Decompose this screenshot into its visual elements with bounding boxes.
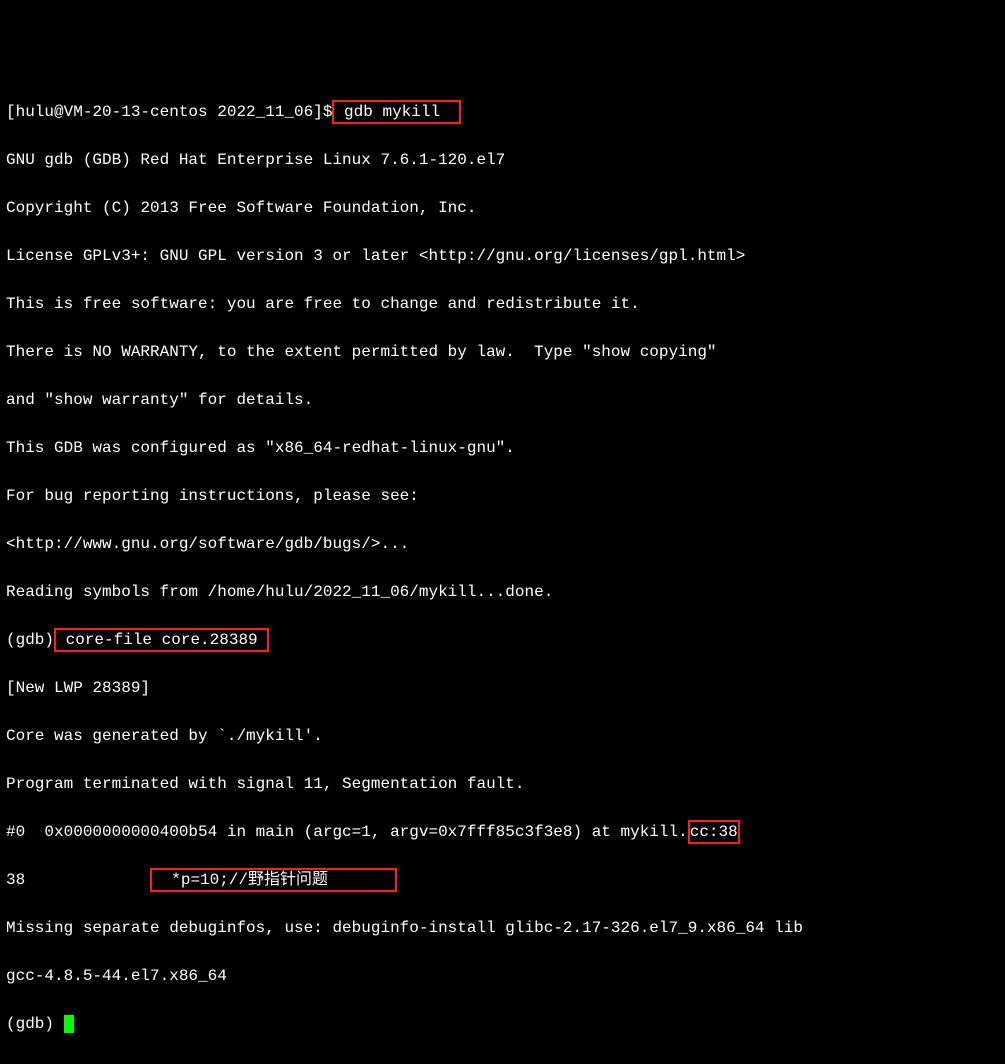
terminal-line: and "show warranty" for details. [6, 388, 999, 412]
terminal-line[interactable]: (gdb) [6, 1012, 999, 1036]
terminal-line: [New LWP 28389] [6, 676, 999, 700]
highlight-command: gdb mykill [332, 100, 461, 124]
terminal-line: [hulu@VM-20-13-centos 2022_11_06]$ gdb m… [6, 100, 999, 124]
terminal-line: gcc-4.8.5-44.el7.x86_64 [6, 964, 999, 988]
terminal-line: License GPLv3+: GNU GPL version 3 or lat… [6, 244, 999, 268]
terminal-line: (gdb) core-file core.28389 [6, 628, 999, 652]
terminal-line: 38 *p=10;//野指针问题 [6, 868, 999, 892]
highlight-source: *p=10;//野指针问题 [150, 868, 397, 892]
terminal-line: Reading symbols from /home/hulu/2022_11_… [6, 580, 999, 604]
terminal-line: <http://www.gnu.org/software/gdb/bugs/>.… [6, 532, 999, 556]
terminal-line: Copyright (C) 2013 Free Software Foundat… [6, 196, 999, 220]
shell-prompt: [hulu@VM-20-13-centos 2022_11_06]$ [6, 103, 332, 121]
terminal-line: GNU gdb (GDB) Red Hat Enterprise Linux 7… [6, 148, 999, 172]
highlight-location: cc:38 [688, 820, 740, 844]
gdb-prompt: (gdb) [6, 631, 54, 649]
terminal-line: Program terminated with signal 11, Segme… [6, 772, 999, 796]
terminal-line: There is NO WARRANTY, to the extent perm… [6, 340, 999, 364]
source-line-number: 38 [6, 871, 150, 889]
cursor-icon [64, 1015, 74, 1033]
backtrace-text: , argv=0x7fff85c3f3e8) at mykill. [371, 823, 688, 841]
terminal-line: Core was generated by `./mykill'. [6, 724, 999, 748]
highlight-command: core-file core.28389 [54, 628, 269, 652]
terminal-line: This is free software: you are free to c… [6, 292, 999, 316]
terminal-line: This GDB was configured as "x86_64-redha… [6, 436, 999, 460]
terminal-line: #0 0x0000000000400b54 in main (argc=1, a… [6, 820, 999, 844]
backtrace-text: #0 0x0000000000400b54 in main (argc=1 [6, 823, 371, 841]
gdb-prompt: (gdb) [6, 1015, 64, 1033]
terminal-line: For bug reporting instructions, please s… [6, 484, 999, 508]
terminal-line: Missing separate debuginfos, use: debugi… [6, 916, 999, 940]
